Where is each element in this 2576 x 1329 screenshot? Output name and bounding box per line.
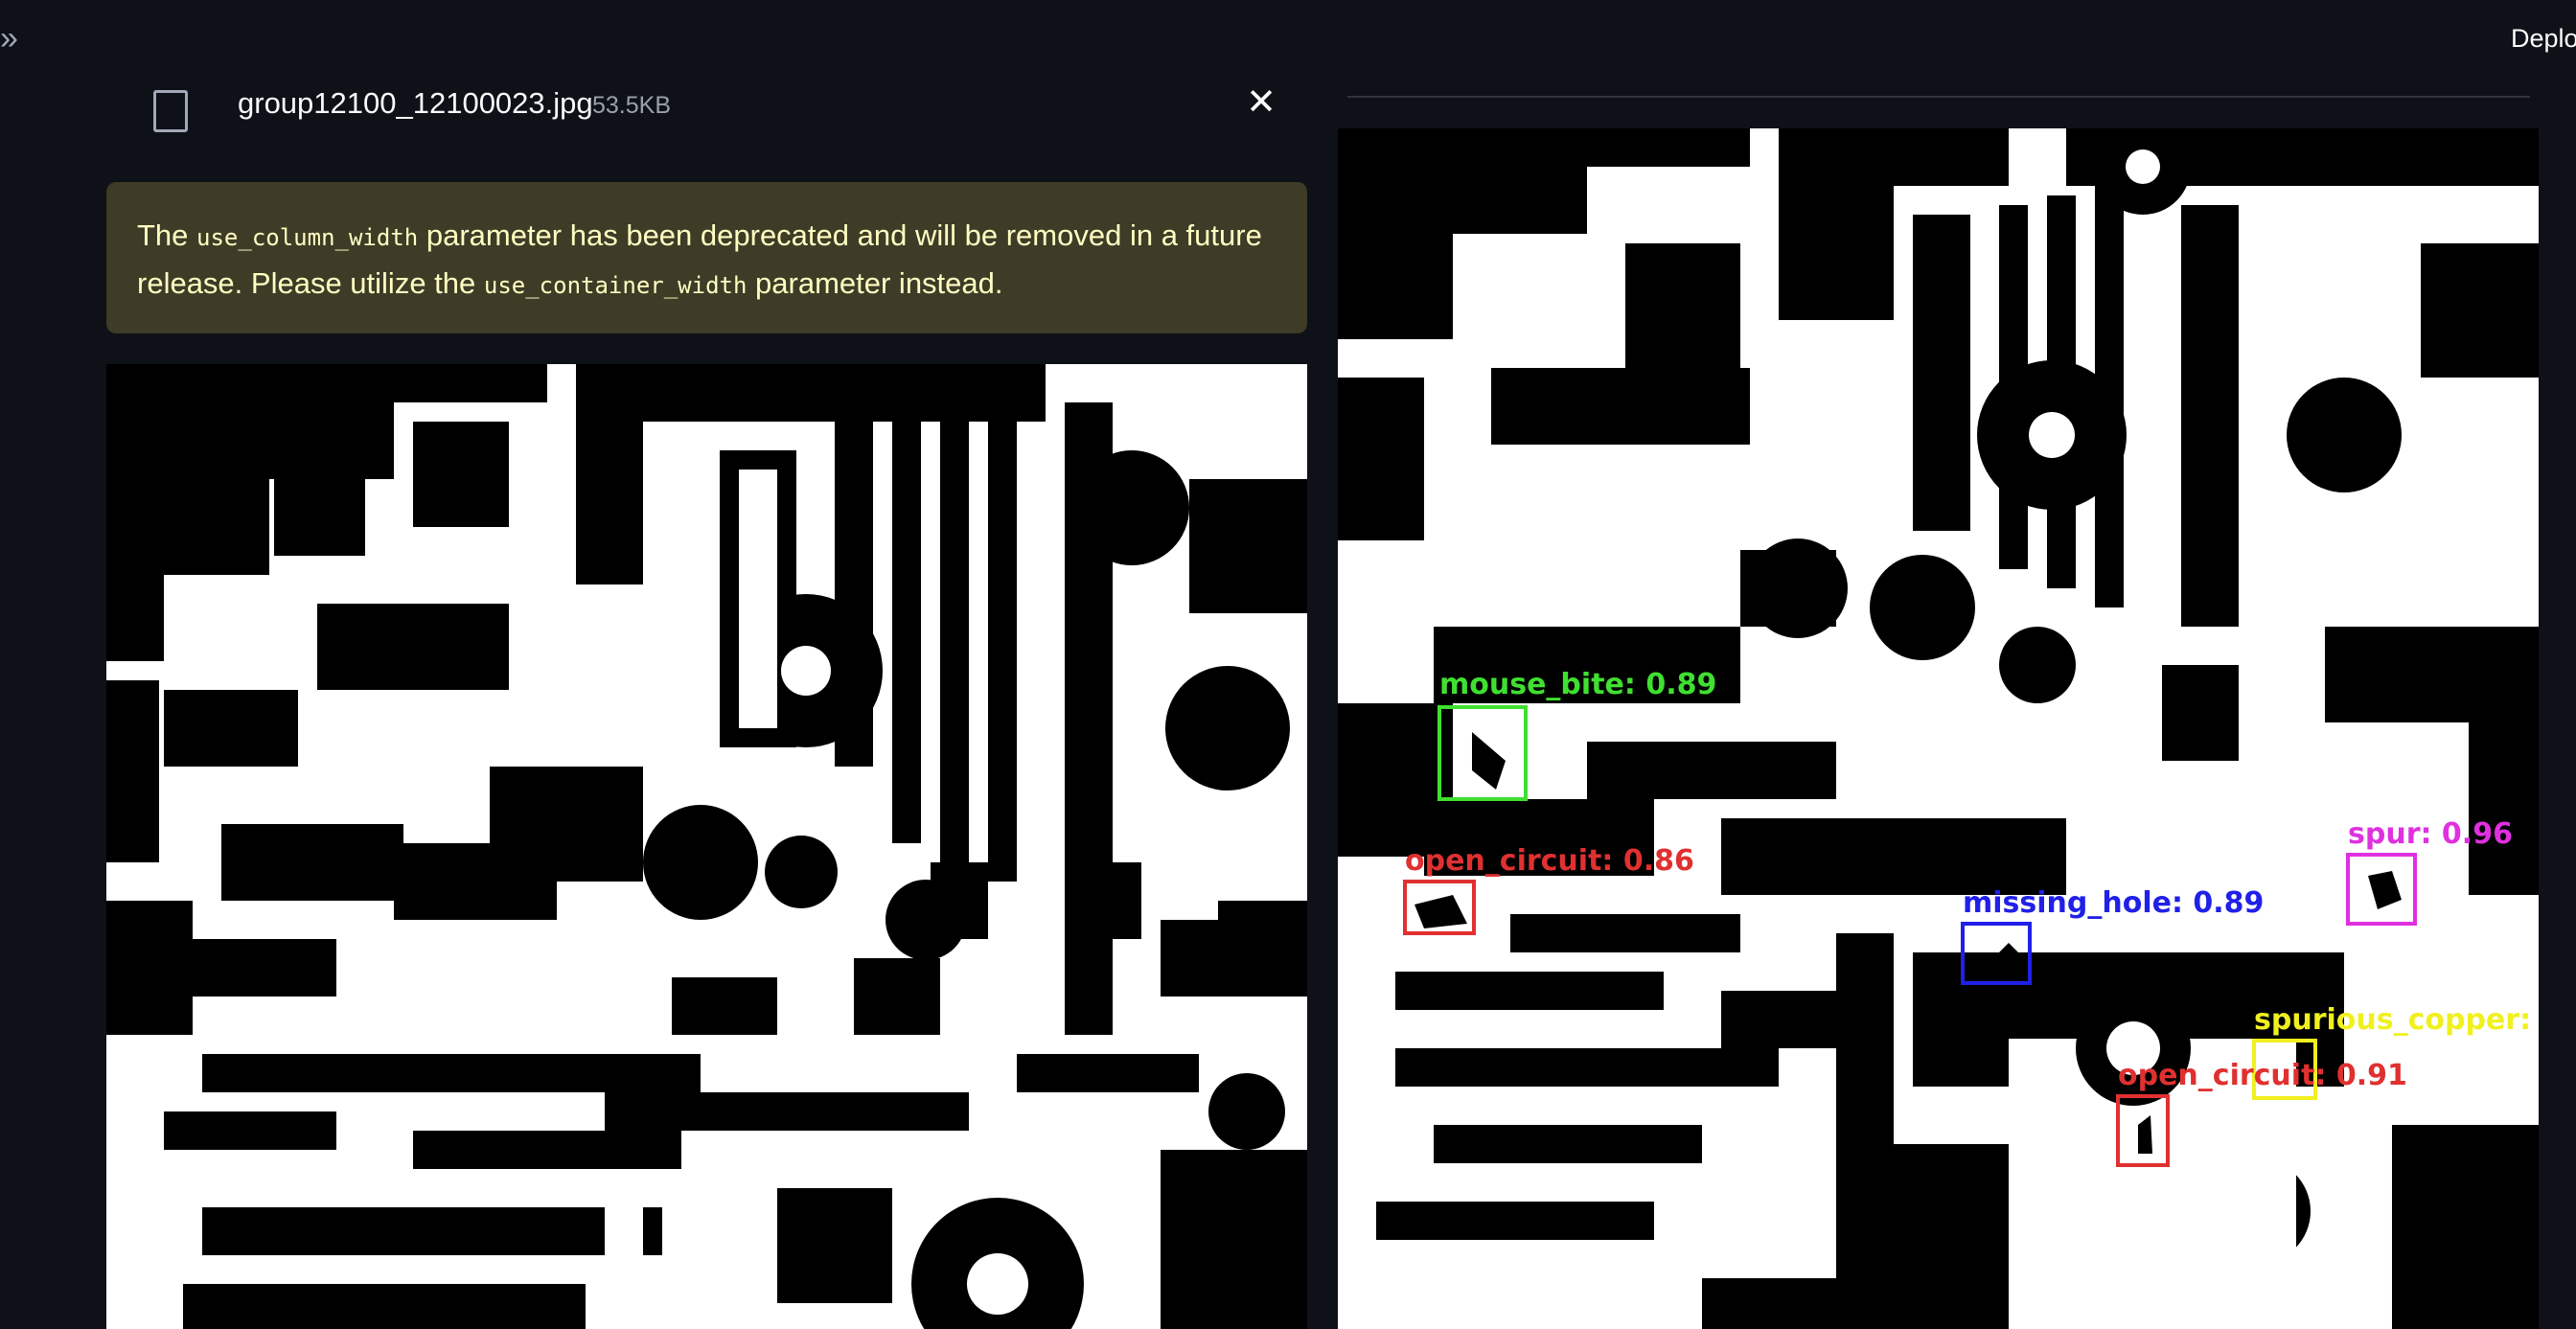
expand-sidebar-button[interactable]: » [0,19,38,57]
original-pcb-image [106,364,1307,1329]
close-icon: ✕ [1246,82,1276,123]
detection-label: spur: 0.96 [2348,817,2513,851]
file-name: group12100_12100023.jpg [238,86,593,120]
detection-label: spurious_copper: 0. [2254,1003,2539,1037]
warning-text: The [137,218,197,252]
file-icon [153,90,188,132]
detection-label: missing_hole: 0.89 [1963,886,2264,920]
warning-text: parameter instead. [747,266,1003,300]
detection-label: open_circuit: 0.91 [2118,1059,2407,1092]
app-header: » Deploy [0,0,2576,75]
remove-file-button[interactable]: ✕ [1241,82,1281,123]
detection-label: open_circuit: 0.86 [1405,844,1694,878]
warning-code-use-container-width: use_container_width [483,272,748,299]
uploaded-file-row: group12100_12100023.jpg 53.5KB ✕ [105,71,1303,142]
column-divider [1347,96,2530,98]
double-chevron-right-icon: » [0,20,18,57]
file-size: 53.5KB [592,92,672,119]
warning-code-use-column-width: use_column_width [196,224,419,251]
deprecation-warning: The use_column_width parameter has been … [106,182,1307,333]
detection-label: mouse_bite: 0.89 [1439,668,1716,701]
detection-result-image: mouse_bite: 0.89 open_circuit: 0.86 miss… [1338,128,2539,1329]
deploy-button[interactable]: Deploy [2511,15,2576,61]
